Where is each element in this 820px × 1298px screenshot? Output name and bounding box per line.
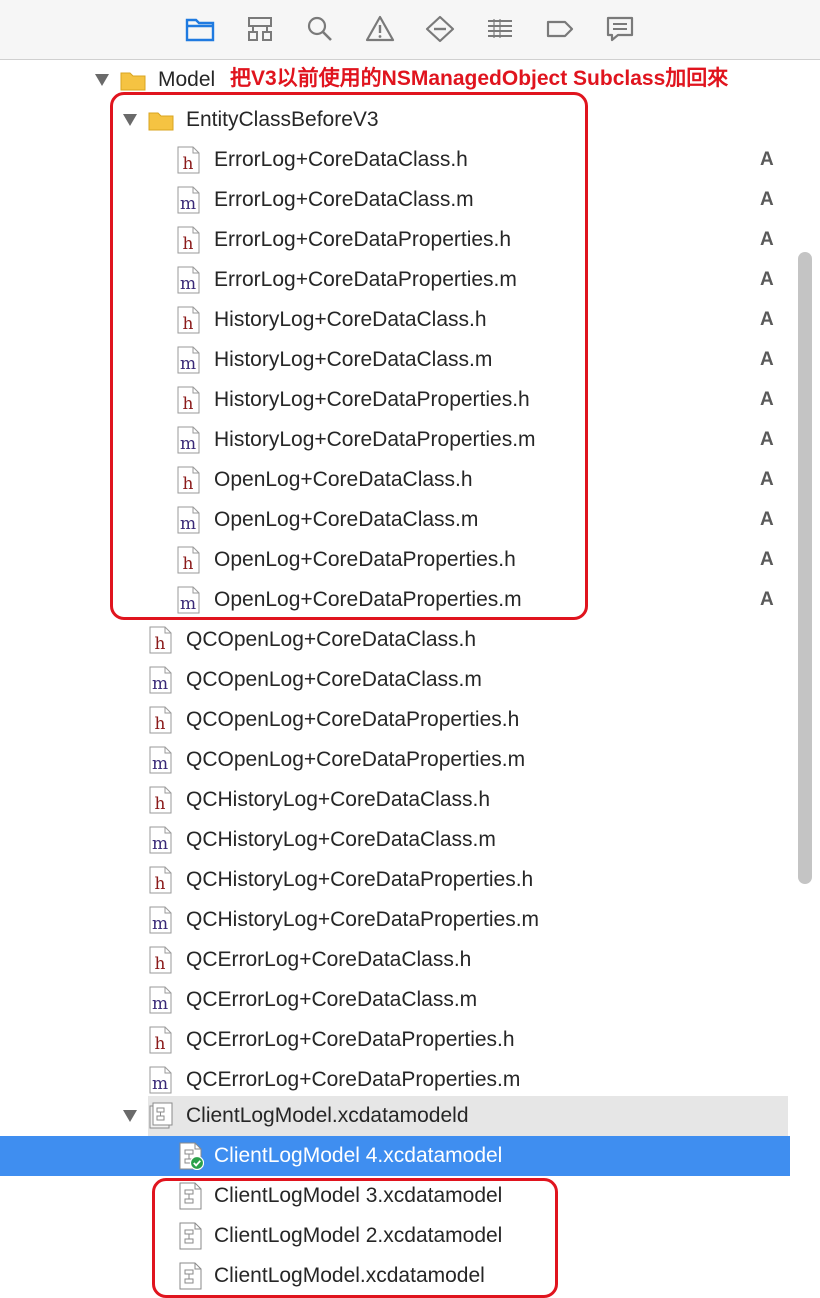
disclosure-triangle-icon[interactable]	[92, 60, 112, 100]
debug-navigator-icon[interactable]	[482, 13, 518, 45]
file-name-label: QCHistoryLog+CoreDataProperties.m	[186, 908, 540, 931]
current-version-datamodel-icon	[178, 1142, 204, 1170]
header-file-icon: h	[148, 706, 174, 734]
file-name-label: QCHistoryLog+CoreDataClass.h	[186, 788, 491, 811]
implementation-file-icon: m	[148, 1066, 174, 1094]
svg-text:h: h	[155, 634, 166, 654]
datamodel-version-row-0[interactable]: ClientLogModel 4.xcdatamodel	[0, 1136, 790, 1176]
datamodel-group-label: ClientLogModel.xcdatamodeld	[186, 1104, 469, 1127]
file-name-label: QCOpenLog+CoreDataClass.m	[186, 668, 482, 691]
file-name-label: QCOpenLog+CoreDataProperties.h	[186, 708, 520, 731]
svg-text:m: m	[152, 674, 168, 694]
datamodel-version-label: ClientLogModel 4.xcdatamodel	[214, 1144, 503, 1167]
file-row-model-2[interactable]: h QCOpenLog+CoreDataProperties.h	[0, 700, 790, 740]
header-file-icon: h	[148, 626, 174, 654]
svg-text:h: h	[155, 714, 166, 734]
header-file-icon: h	[148, 1026, 174, 1054]
scm-status-badge: A	[760, 509, 774, 530]
implementation-file-icon: m	[148, 826, 174, 854]
scm-status-badge: A	[760, 549, 774, 570]
project-navigator-tree: Model 把V3以前使用的NSManagedObject Subclass加回…	[0, 60, 820, 1298]
file-name-label: QCErrorLog+CoreDataProperties.h	[186, 1028, 515, 1051]
file-row-model-3[interactable]: m QCOpenLog+CoreDataProperties.m	[0, 740, 790, 780]
implementation-file-icon: m	[148, 666, 174, 694]
highlight-box-old-models	[152, 1178, 558, 1298]
svg-text:m: m	[152, 754, 168, 774]
scm-status-badge: A	[760, 149, 774, 170]
file-row-model-9[interactable]: m QCErrorLog+CoreDataClass.m	[0, 980, 790, 1020]
breakpoint-navigator-icon[interactable]	[542, 13, 578, 45]
scm-status-badge: A	[760, 269, 774, 290]
implementation-file-icon: m	[148, 906, 174, 934]
file-row-model-7[interactable]: m QCHistoryLog+CoreDataProperties.m	[0, 900, 790, 940]
report-navigator-icon[interactable]	[602, 13, 638, 45]
symbol-navigator-icon[interactable]	[242, 13, 278, 45]
implementation-file-icon: m	[148, 986, 174, 1014]
scm-status-badge: A	[760, 309, 774, 330]
header-file-icon: h	[148, 786, 174, 814]
navigator-toolbar	[0, 0, 820, 60]
file-row-model-4[interactable]: h QCHistoryLog+CoreDataClass.h	[0, 780, 790, 820]
svg-text:h: h	[155, 1034, 166, 1054]
file-row-model-5[interactable]: m QCHistoryLog+CoreDataClass.m	[0, 820, 790, 860]
file-name-label: QCOpenLog+CoreDataProperties.m	[186, 748, 526, 771]
file-row-model-1[interactable]: m QCOpenLog+CoreDataClass.m	[0, 660, 790, 700]
scm-status-badge: A	[760, 429, 774, 450]
highlight-box-entity-classes	[110, 92, 588, 620]
svg-text:h: h	[155, 794, 166, 814]
svg-text:m: m	[152, 994, 168, 1014]
scm-status-badge: A	[760, 229, 774, 250]
file-row-model-8[interactable]: h QCErrorLog+CoreDataClass.h	[0, 940, 790, 980]
issue-navigator-icon[interactable]	[362, 13, 398, 45]
find-navigator-icon[interactable]	[302, 13, 338, 45]
svg-text:m: m	[152, 1074, 168, 1094]
disclosure-triangle-icon[interactable]	[120, 1096, 140, 1136]
scm-status-badge: A	[760, 389, 774, 410]
file-name-label: QCErrorLog+CoreDataClass.m	[186, 988, 478, 1011]
project-navigator-icon[interactable]	[182, 13, 218, 45]
file-row-model-11[interactable]: m QCErrorLog+CoreDataProperties.m	[0, 1060, 790, 1100]
svg-text:h: h	[155, 874, 166, 894]
datamodel-bundle-icon	[148, 1102, 174, 1130]
scm-status-badge: A	[760, 589, 774, 610]
implementation-file-icon: m	[148, 746, 174, 774]
file-row-model-6[interactable]: h QCHistoryLog+CoreDataProperties.h	[0, 860, 790, 900]
svg-text:h: h	[155, 954, 166, 974]
file-row-model-10[interactable]: h QCErrorLog+CoreDataProperties.h	[0, 1020, 790, 1060]
test-navigator-icon[interactable]	[422, 13, 458, 45]
file-name-label: QCErrorLog+CoreDataClass.h	[186, 948, 472, 971]
file-name-label: QCOpenLog+CoreDataClass.h	[186, 628, 477, 651]
folder-icon	[120, 66, 146, 94]
file-name-label: QCHistoryLog+CoreDataProperties.h	[186, 868, 534, 891]
file-name-label: QCHistoryLog+CoreDataClass.m	[186, 828, 496, 851]
scm-status-badge: A	[760, 469, 774, 490]
file-row-model-0[interactable]: h QCOpenLog+CoreDataClass.h	[0, 620, 790, 660]
svg-text:m: m	[152, 914, 168, 934]
vertical-scrollbar[interactable]	[798, 252, 812, 884]
header-file-icon: h	[148, 866, 174, 894]
scm-status-badge: A	[760, 349, 774, 370]
datamodel-group-row[interactable]: ClientLogModel.xcdatamodeld	[123, 1096, 788, 1136]
file-name-label: QCErrorLog+CoreDataProperties.m	[186, 1068, 521, 1091]
scm-status-badge: A	[760, 189, 774, 210]
svg-text:m: m	[152, 834, 168, 854]
header-file-icon: h	[148, 946, 174, 974]
